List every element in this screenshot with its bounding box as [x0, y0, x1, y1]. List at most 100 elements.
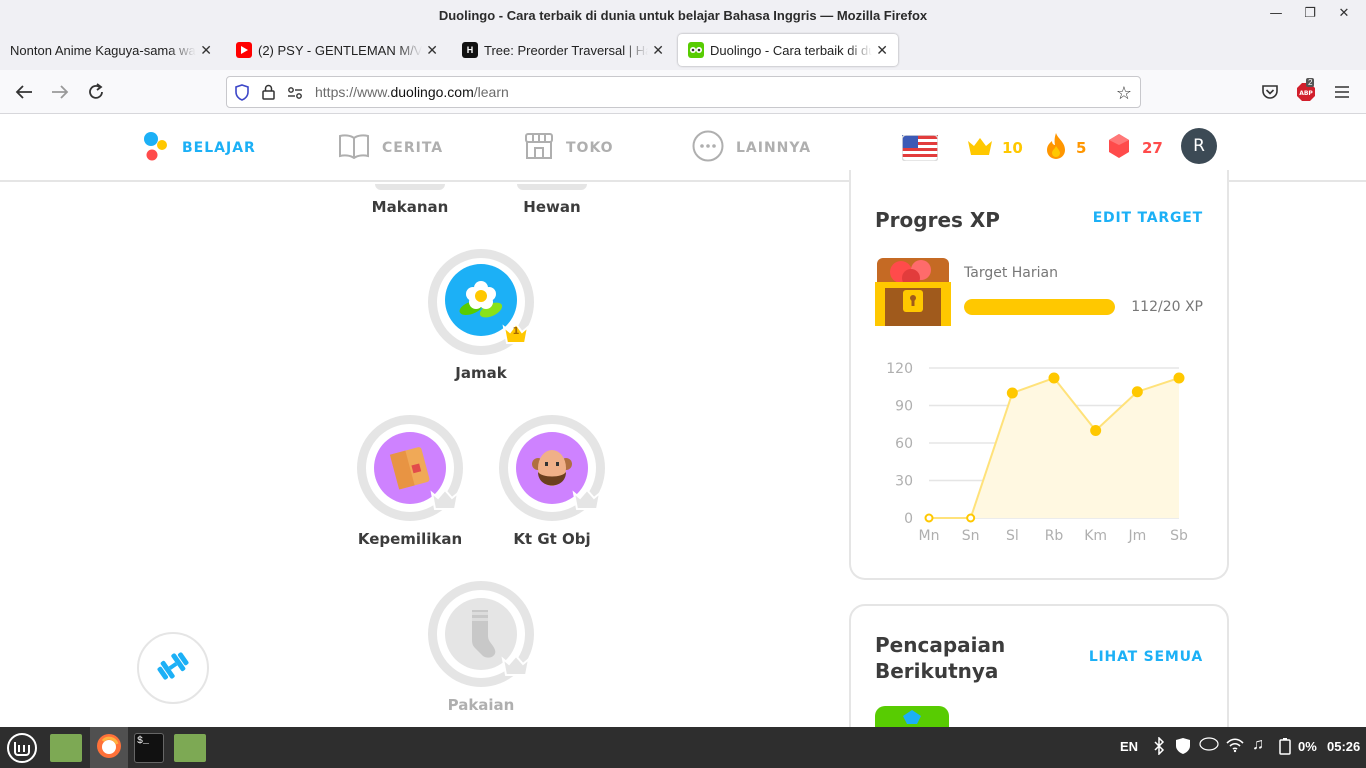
- learn-icon: [142, 130, 168, 166]
- tab-duolingo[interactable]: Duolingo - Cara terbaik di du ✕: [678, 34, 898, 66]
- skill-label-ktgtobj[interactable]: Kt Gt Obj: [472, 530, 632, 548]
- more-icon: [692, 130, 724, 166]
- treasure-chest-icon: [875, 248, 951, 328]
- youtube-icon: [236, 42, 252, 58]
- nav-lainnya[interactable]: LAINNYA: [692, 130, 811, 166]
- tab-label: Tree: Preorder Traversal | Ha: [484, 42, 649, 58]
- navigation-toolbar: https://www.duolingo.com/learn ☆ ABP 2: [0, 70, 1366, 114]
- firefox-taskbar-button[interactable]: [90, 727, 128, 768]
- nav-belajar[interactable]: BELAJAR: [142, 132, 256, 164]
- wifi-icon[interactable]: [1226, 737, 1244, 756]
- skill-ring-makanan[interactable]: [375, 184, 445, 190]
- gems-stat[interactable]: 27: [1108, 132, 1163, 164]
- see-all-link[interactable]: LIHAT SEMUA: [1089, 649, 1203, 665]
- battery-icon[interactable]: [1278, 737, 1292, 758]
- chart-x-tick-label: Sl: [1006, 528, 1019, 544]
- shield-update-icon[interactable]: [1175, 737, 1191, 758]
- minimize-icon[interactable]: —: [1268, 5, 1284, 21]
- book-icon: [338, 133, 370, 163]
- close-tab-icon[interactable]: ✕: [652, 42, 664, 59]
- tab-label: (2) PSY - GENTLEMAN M/V: [258, 42, 423, 58]
- window-controls: — ❐ ✕: [1268, 5, 1352, 21]
- skill-label-kepemilikan[interactable]: Kepemilikan: [330, 530, 490, 548]
- crown-empty-icon: [430, 487, 460, 515]
- chart-point: [1090, 425, 1102, 436]
- practice-button[interactable]: [137, 632, 209, 704]
- url-bar[interactable]: https://www.duolingo.com/learn ☆: [226, 76, 1141, 108]
- xp-progress-card: Progres XP EDIT TARGET Target Harian 112…: [849, 170, 1229, 580]
- mint-menu-icon[interactable]: [6, 732, 38, 764]
- skill-label-jamak[interactable]: Jamak: [401, 364, 561, 382]
- close-tab-icon[interactable]: ✕: [426, 42, 438, 59]
- dumbbell-icon: [154, 647, 192, 689]
- edit-target-link[interactable]: EDIT TARGET: [1093, 210, 1203, 226]
- chart-point: [924, 513, 934, 523]
- intel-icon[interactable]: [1199, 737, 1219, 753]
- chart-point: [1048, 372, 1060, 384]
- bluetooth-icon[interactable]: [1153, 736, 1165, 758]
- terminal-icon[interactable]: $_: [134, 733, 164, 763]
- url-text[interactable]: https://www.duolingo.com/learn: [315, 84, 509, 100]
- chart-y-tick-label: 30: [895, 474, 913, 490]
- avatar[interactable]: R: [1181, 128, 1217, 164]
- battery-percent: 0%: [1298, 739, 1317, 754]
- menu-icon[interactable]: [1332, 82, 1352, 102]
- system-taskbar: $_ EN ♫ 0% 05:26: [0, 727, 1366, 768]
- crown-empty-icon: [501, 653, 531, 681]
- crown-empty-icon: [572, 487, 602, 515]
- close-tab-icon[interactable]: ✕: [200, 42, 212, 59]
- nav-toko[interactable]: TOKO: [524, 132, 614, 164]
- pocket-icon[interactable]: [1260, 82, 1280, 102]
- close-window-icon[interactable]: ✕: [1336, 5, 1352, 21]
- gem-icon: [1108, 133, 1130, 163]
- skill-label-makanan[interactable]: Makanan: [330, 198, 490, 216]
- crown-level: 1: [512, 326, 520, 337]
- chart-point: [966, 513, 976, 523]
- back-icon[interactable]: [14, 82, 34, 102]
- crowns-stat[interactable]: 10: [966, 132, 1023, 164]
- skill-ring-hewan[interactable]: [517, 184, 587, 190]
- us-flag-icon[interactable]: [902, 132, 938, 164]
- tab-youtube[interactable]: (2) PSY - GENTLEMAN M/V ✕: [226, 34, 448, 66]
- permissions-icon[interactable]: [287, 85, 303, 104]
- skill-label-pakaian[interactable]: Pakaian: [401, 696, 561, 714]
- music-icon[interactable]: ♫: [1252, 736, 1264, 754]
- adblock-icon[interactable]: ABP 2: [1296, 78, 1316, 102]
- chart-x-tick-label: Sn: [962, 528, 980, 544]
- skill-label-hewan[interactable]: Hewan: [472, 198, 632, 216]
- tab-bar: Nonton Anime Kaguya-sama wa ✕ (2) PSY - …: [0, 30, 1366, 92]
- tab-hackerrank[interactable]: H Tree: Preorder Traversal | Ha ✕: [452, 34, 674, 66]
- window-title: Duolingo - Cara terbaik di dunia untuk b…: [438, 7, 928, 23]
- chart-x-tick-label: Sb: [1170, 528, 1188, 544]
- chart-y-tick-label: 120: [886, 361, 913, 377]
- reload-icon[interactable]: [86, 82, 106, 102]
- window-titlebar: Duolingo - Cara terbaik di dunia untuk b…: [0, 0, 1366, 30]
- daily-goal-label: Target Harian: [964, 265, 1058, 281]
- keyboard-layout[interactable]: EN: [1120, 739, 1138, 754]
- clock[interactable]: 05:26: [1327, 739, 1360, 754]
- folder-icon[interactable]: [50, 734, 82, 762]
- bookmark-star-icon[interactable]: ☆: [1116, 83, 1132, 104]
- chart-x-tick-label: Rb: [1045, 528, 1064, 544]
- folder-icon[interactable]: [174, 734, 206, 762]
- chart-y-tick-label: 60: [895, 436, 913, 452]
- chart-area: [929, 378, 1179, 518]
- shop-icon: [524, 132, 554, 164]
- chart-point: [1131, 386, 1143, 398]
- chart-point: [1173, 372, 1185, 384]
- svg-text:ABP: ABP: [1299, 90, 1313, 97]
- daily-goal-fill: [964, 299, 1115, 315]
- lock-icon[interactable]: [262, 84, 275, 104]
- chart-y-tick-label: 90: [895, 399, 913, 415]
- maximize-icon[interactable]: ❐: [1302, 5, 1318, 21]
- chart-x-tick-label: Jm: [1127, 528, 1146, 544]
- close-tab-icon[interactable]: ✕: [876, 42, 888, 59]
- nav-cerita[interactable]: CERITA: [338, 132, 443, 164]
- flame-icon: [1044, 132, 1068, 164]
- chart-point: [1006, 387, 1018, 399]
- tab-kaguya[interactable]: Nonton Anime Kaguya-sama wa ✕: [0, 34, 222, 66]
- achievements-title: Pencapaian Berikutnya: [875, 633, 1006, 683]
- streak-stat[interactable]: 5: [1044, 132, 1086, 164]
- forward-icon[interactable]: [50, 82, 70, 102]
- shield-icon[interactable]: [235, 84, 249, 105]
